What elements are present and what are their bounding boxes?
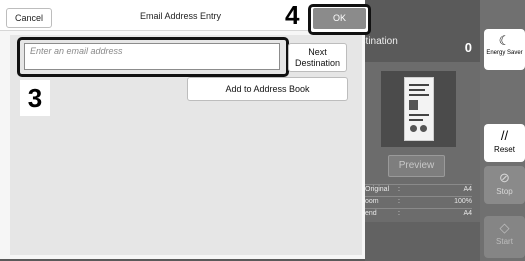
next-destination-line1: Next	[308, 47, 327, 57]
next-destination-line2: Destination	[294, 58, 341, 68]
reset-button[interactable]: // Reset	[484, 124, 525, 162]
start-button[interactable]: ◇ Start	[484, 216, 525, 258]
step-callout-3: 3	[20, 80, 50, 116]
info-row: oom : 100%	[365, 198, 472, 205]
settings-info: Original : A4 oom : 100% end : A4	[365, 184, 480, 220]
start-icon: ◇	[499, 220, 510, 235]
cancel-button[interactable]: Cancel	[6, 8, 52, 28]
energy-saver-label: Energy Saver	[486, 50, 523, 56]
dialog-title: Email Address Entry	[140, 11, 222, 21]
reset-icon: //	[500, 128, 509, 143]
document-page-icon	[404, 77, 434, 141]
next-destination-button[interactable]: Next Destination	[288, 43, 347, 72]
hardware-sidebar: ☾ Energy Saver // Reset ⊘ Stop ◇ Start	[480, 0, 525, 261]
stop-icon: ⊘	[499, 170, 510, 185]
ok-button[interactable]: OK	[313, 8, 366, 29]
preview-thumbnail	[381, 71, 456, 147]
energy-saver-button[interactable]: ☾ Energy Saver	[484, 29, 525, 70]
moon-icon: ☾	[498, 33, 511, 48]
start-label: Start	[496, 237, 513, 246]
bottom-strip	[365, 222, 480, 261]
info-row: Original : A4	[365, 186, 472, 193]
add-to-address-book-button[interactable]: Add to Address Book	[187, 77, 348, 101]
stop-button[interactable]: ⊘ Stop	[484, 166, 525, 204]
preview-button[interactable]: Preview	[388, 155, 445, 177]
step-callout-4: 4	[285, 0, 300, 30]
reset-label: Reset	[494, 145, 515, 154]
email-input[interactable]	[24, 43, 280, 70]
info-row: end : A4	[365, 210, 472, 217]
destination-header: estination 0	[355, 36, 480, 62]
stop-label: Stop	[496, 187, 513, 196]
destination-count: 0	[464, 40, 472, 55]
